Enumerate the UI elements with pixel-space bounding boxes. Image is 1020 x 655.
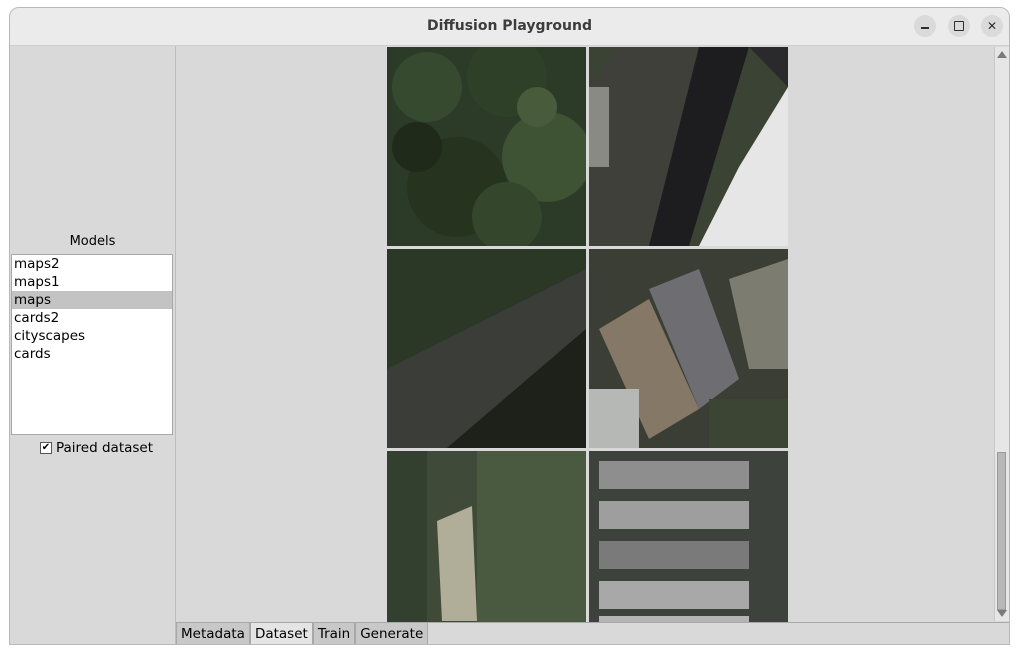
model-item-maps1[interactable]: maps1 xyxy=(12,273,172,291)
dataset-tile-dense-trees xyxy=(387,47,586,246)
model-item-maps[interactable]: maps xyxy=(12,291,172,309)
maximize-icon xyxy=(954,21,964,31)
close-icon: ✕ xyxy=(986,19,998,33)
tab-bar: Metadata Dataset Train Generate xyxy=(176,622,1009,644)
main-panel: Metadata Dataset Train Generate xyxy=(175,46,1009,644)
vertical-scrollbar[interactable] xyxy=(994,47,1009,621)
close-button[interactable]: ✕ xyxy=(981,15,1003,37)
app-window: Diffusion Playground ✕ Models maps2 maps… xyxy=(9,7,1010,645)
model-item-cards[interactable]: cards xyxy=(12,345,172,363)
minimize-icon xyxy=(921,27,929,29)
models-list[interactable]: maps2 maps1 maps cards2 cityscapes cards xyxy=(11,254,173,435)
tab-generate[interactable]: Generate xyxy=(355,623,429,644)
paired-dataset-label: Paired dataset xyxy=(56,440,154,456)
tab-metadata[interactable]: Metadata xyxy=(176,623,250,644)
scroll-thumb[interactable] xyxy=(997,452,1006,610)
maximize-button[interactable] xyxy=(948,15,970,37)
scroll-up-icon[interactable] xyxy=(997,51,1007,58)
dataset-tile-road-with-roof xyxy=(589,47,788,246)
dataset-tile-diagonal-road xyxy=(387,249,586,448)
minimize-button[interactable] xyxy=(914,15,936,37)
tab-dataset[interactable]: Dataset xyxy=(249,623,313,644)
title-bar[interactable]: Diffusion Playground ✕ xyxy=(10,8,1009,46)
model-item-maps2[interactable]: maps2 xyxy=(12,255,172,273)
paired-dataset-checkbox[interactable]: ✔ xyxy=(40,442,52,454)
model-item-cards2[interactable]: cards2 xyxy=(12,309,172,327)
dataset-grid xyxy=(387,47,789,622)
dataset-tile-rooftops xyxy=(589,249,788,448)
sidebar: Models maps2 maps1 maps cards2 cityscape… xyxy=(10,46,175,644)
model-item-cityscapes[interactable]: cityscapes xyxy=(12,327,172,345)
window-title: Diffusion Playground xyxy=(426,18,593,34)
paired-dataset-toggle[interactable]: ✔ Paired dataset xyxy=(40,440,153,456)
dataset-tile-vegetation-field xyxy=(387,451,586,622)
dataset-tile-parked-cars xyxy=(589,451,788,622)
models-label: Models xyxy=(69,234,116,249)
scroll-down-icon[interactable] xyxy=(997,610,1007,617)
tab-train[interactable]: Train xyxy=(312,623,356,644)
